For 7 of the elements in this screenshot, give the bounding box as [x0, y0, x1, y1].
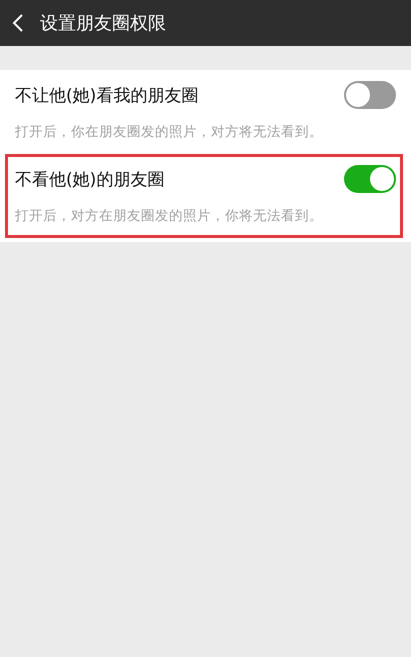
toggle-switch[interactable] — [344, 165, 396, 193]
setting-description: 打开后，你在朋友圈发的照片，对方将无法看到。 — [15, 123, 324, 141]
setting-label: 不让他(她)看我的朋友圈 — [15, 84, 198, 106]
setting-label: 不看他(她)的朋友圈 — [15, 168, 164, 190]
page-title: 设置朋友圈权限 — [40, 12, 166, 35]
setting-description: 打开后，对方在朋友圈发的照片，你将无法看到。 — [15, 207, 324, 225]
toggle-switch[interactable] — [344, 81, 396, 109]
